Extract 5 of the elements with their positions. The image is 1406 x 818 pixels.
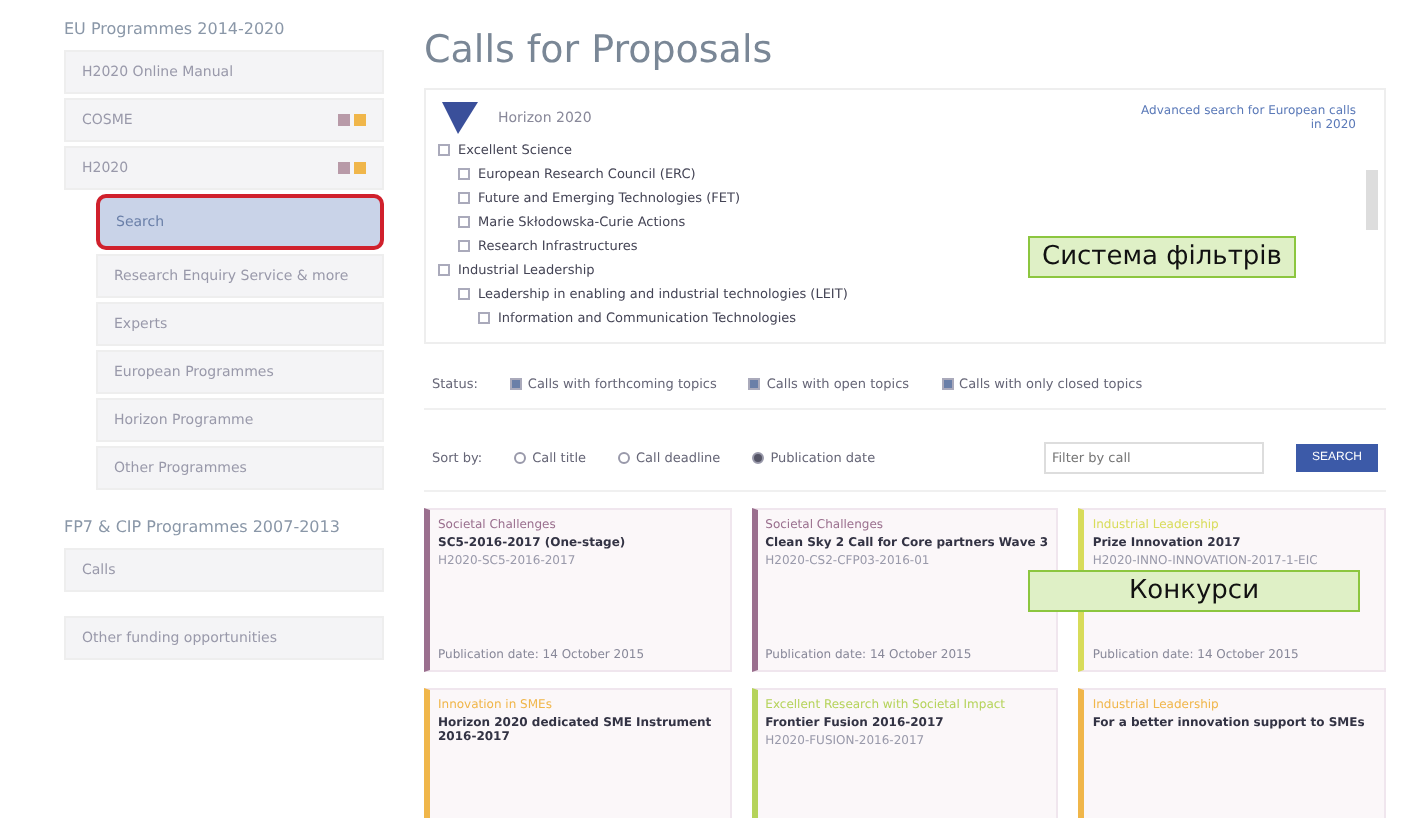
section-title: FP7 & CIP Programmes 2007-2013 — [64, 516, 342, 540]
annotation-tooltip: Система фільтрів — [1028, 236, 1296, 278]
section-title: EU Programmes 2014-2020 — [64, 18, 287, 42]
page-title: Calls for Proposals — [424, 26, 775, 72]
annotation-tooltip: Конкурси — [1028, 570, 1360, 612]
